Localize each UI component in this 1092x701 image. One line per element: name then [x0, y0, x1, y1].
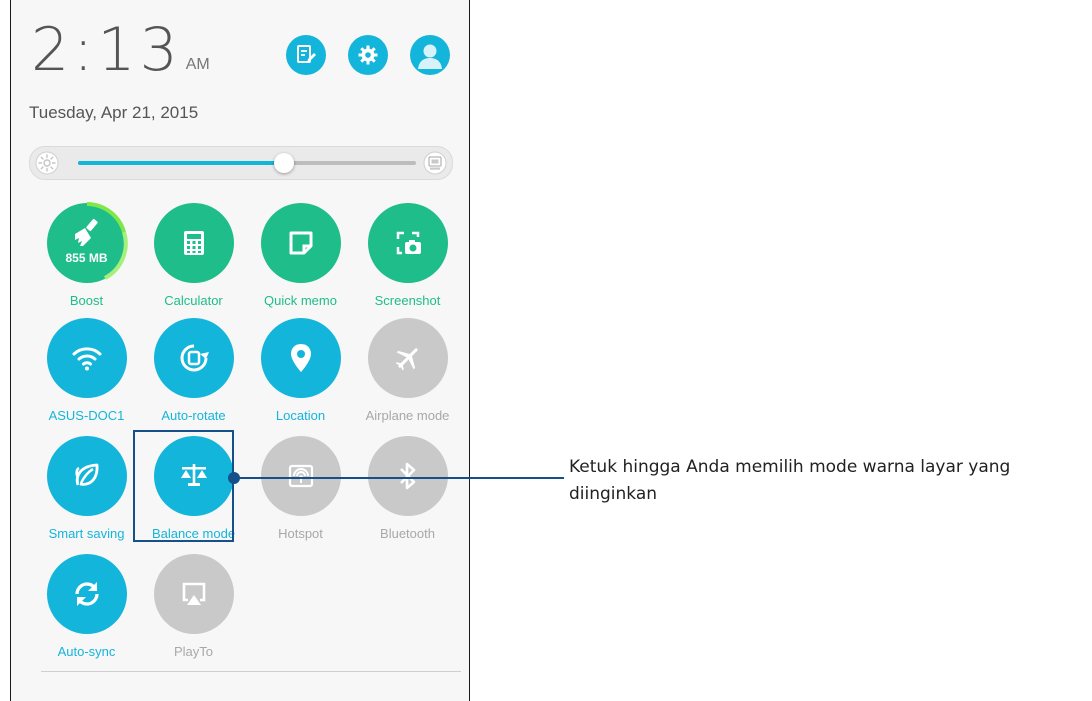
tile-screenshot[interactable]: Screenshot: [354, 203, 461, 308]
tile-label: Airplane mode: [365, 408, 450, 423]
tile-calculator[interactable]: Calculator: [140, 203, 247, 308]
date-label: Tuesday, Apr 21, 2015: [29, 103, 199, 122]
gear-icon[interactable]: [348, 35, 388, 75]
brightness-slider-fill: [78, 161, 285, 165]
calculator-button[interactable]: [153, 203, 234, 283]
tile-playto[interactable]: PlayTo: [140, 554, 247, 659]
tile-airplane-mode[interactable]: Airplane mode: [354, 318, 461, 423]
tile-label: Boost: [69, 293, 104, 308]
playto-icon: [182, 582, 205, 605]
memo-icon: [289, 231, 312, 255]
auto-rotate-button[interactable]: [153, 318, 234, 398]
clock: 2:13 AM: [31, 20, 210, 80]
smart-saving-button[interactable]: [46, 436, 127, 516]
callout-line: [234, 477, 564, 479]
tile-location[interactable]: Location: [247, 318, 354, 423]
bluetooth-button[interactable]: [367, 436, 448, 516]
brightness-slider[interactable]: [78, 153, 416, 173]
balance-mode-highlight: [133, 430, 234, 542]
tile-wifi[interactable]: ASUS-DOC1: [33, 318, 140, 423]
top-icons: [286, 35, 450, 75]
quick-settings-panel: 2:13 AM Tuesday, Apr 21, 2015 855 MB Boo…: [10, 0, 470, 701]
tile-label: Quick memo: [264, 293, 337, 308]
boost-button[interactable]: 855 MB: [46, 202, 128, 283]
clock-time: 2:13: [31, 15, 182, 85]
tile-auto-rotate[interactable]: Auto-rotate: [140, 318, 247, 423]
user-avatar-icon[interactable]: [410, 35, 450, 75]
sync-icon: [74, 582, 99, 606]
auto-rotate-icon: [180, 344, 209, 372]
brightness-low-icon: [35, 151, 59, 180]
edit-note-icon[interactable]: [286, 35, 326, 75]
bluetooth-icon: [399, 462, 415, 490]
airplane-mode-button[interactable]: [367, 318, 448, 398]
tile-hotspot[interactable]: Hotspot: [247, 436, 354, 541]
callout-text: Ketuk hingga Anda memilih mode warna lay…: [569, 457, 1011, 504]
tile-label: Bluetooth: [380, 526, 435, 541]
auto-sync-button[interactable]: [46, 554, 127, 634]
brightness-bar: [29, 146, 453, 180]
tile-label: Auto-sync: [57, 644, 116, 659]
tile-label: Hotspot: [278, 526, 323, 541]
playto-button[interactable]: [153, 554, 234, 634]
airplane-icon: [395, 348, 418, 371]
clock-ampm: AM: [185, 56, 210, 73]
screenshot-icon: [396, 231, 421, 255]
tile-label: Smart saving: [48, 526, 125, 541]
boost-memory-value: 855 MB: [65, 251, 108, 265]
leaf-icon: [74, 463, 98, 486]
wifi-button[interactable]: [46, 318, 127, 398]
tile-label: PlayTo: [173, 644, 214, 659]
broom-icon: [74, 218, 98, 246]
location-button[interactable]: [260, 318, 341, 398]
calculator-icon: [183, 231, 204, 255]
tile-quick-memo[interactable]: Quick memo: [247, 203, 354, 308]
screenshot-button[interactable]: [367, 203, 448, 283]
tile-label: Location: [275, 408, 326, 423]
auto-brightness-icon[interactable]: [423, 151, 447, 180]
hotspot-icon: [288, 464, 313, 488]
tile-label: ASUS-DOC1: [48, 408, 125, 423]
bottom-divider: [41, 671, 461, 672]
location-pin-icon: [290, 344, 311, 372]
callout-dot: [228, 472, 240, 484]
tile-boost[interactable]: 855 MB Boost: [33, 202, 140, 308]
wifi-icon: [72, 347, 101, 371]
tile-label: Calculator: [164, 293, 223, 308]
tile-label: Auto-rotate: [161, 408, 226, 423]
tile-smart-saving[interactable]: Smart saving: [33, 436, 140, 541]
tile-label: Screenshot: [374, 293, 441, 308]
tile-bluetooth[interactable]: Bluetooth: [354, 436, 461, 541]
tile-auto-sync[interactable]: Auto-sync: [33, 554, 140, 659]
hotspot-button[interactable]: [260, 436, 341, 516]
brightness-slider-thumb[interactable]: [274, 153, 295, 173]
quick-memo-button[interactable]: [260, 203, 341, 283]
